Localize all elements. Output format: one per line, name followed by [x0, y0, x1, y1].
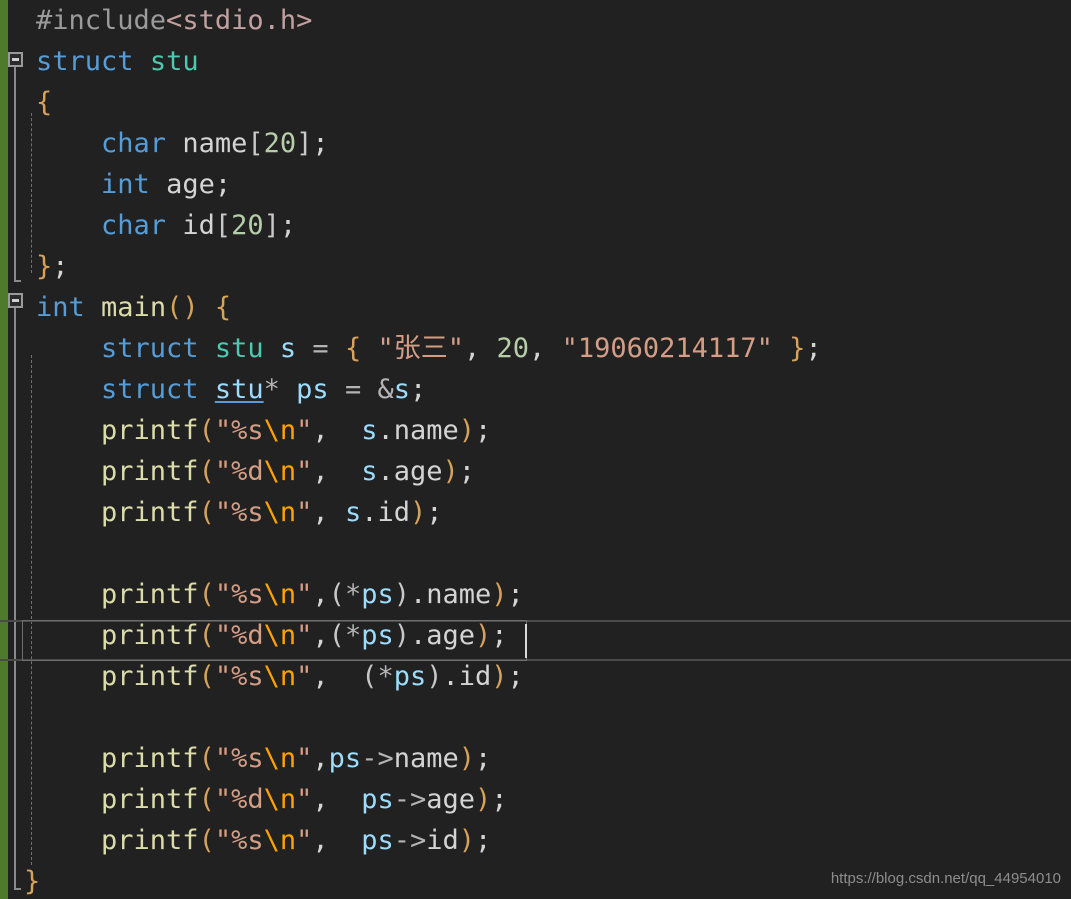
token-keyword-struct: struct	[101, 333, 199, 364]
token-init-brace-close: }	[789, 333, 806, 364]
token-number-20: 20	[263, 128, 297, 159]
token-semicolon: ;	[805, 333, 822, 364]
token-string-name: "张三"	[377, 333, 464, 364]
code-line-8[interactable]: int main() {	[0, 287, 1071, 328]
token-bracket-open: [	[247, 128, 264, 159]
token-angle-close: >	[296, 5, 313, 36]
token-function-printf: printf	[101, 825, 199, 856]
code-line-5[interactable]: int age;	[0, 164, 1071, 205]
token-header-name: stdio.h	[182, 5, 297, 36]
token-semicolon: ;	[214, 169, 232, 200]
code-line-15[interactable]: printf("%s\n",(*ps).name);	[0, 574, 1071, 615]
code-content[interactable]: #include<stdio.h> struct stu { char name…	[0, 0, 1071, 899]
code-line-3[interactable]: {	[0, 82, 1071, 123]
token-string-id: "19060214117"	[561, 333, 773, 364]
token-field-age: age	[166, 169, 215, 200]
code-line-1[interactable]: #include<stdio.h>	[0, 0, 1071, 41]
token-arrow-operator: ->	[361, 743, 394, 774]
token-bracket-close: ]	[296, 128, 313, 159]
token-function-main: main	[101, 292, 167, 323]
token-bracket-close: ]	[263, 210, 280, 241]
token-function-printf: printf	[101, 497, 199, 528]
token-type-stu: stu	[214, 333, 264, 364]
token-number-age: 20	[496, 333, 530, 364]
token-brace-close: }	[36, 251, 53, 282]
code-line-4[interactable]: char name[20];	[0, 123, 1071, 164]
token-keyword-struct: struct	[101, 374, 199, 405]
token-address-of: &	[377, 374, 394, 405]
code-line-18-blank[interactable]	[0, 697, 1071, 738]
token-function-printf: printf	[101, 415, 199, 446]
token-bracket-open: [	[214, 210, 232, 241]
code-line-11[interactable]: printf("%s\n", s.name);	[0, 410, 1071, 451]
code-line-6[interactable]: char id[20];	[0, 205, 1071, 246]
token-brace-open: {	[36, 87, 53, 118]
code-line-16[interactable]: printf("%d\n",(*ps).age);	[0, 615, 1071, 656]
token-arrow-operator: ->	[393, 825, 427, 856]
token-keyword-int: int	[36, 292, 85, 323]
code-line-2[interactable]: struct stu	[0, 41, 1071, 82]
token-type-stu-link[interactable]: stu	[215, 374, 264, 405]
code-line-14-blank[interactable]	[0, 533, 1071, 574]
code-line-13[interactable]: printf("%s\n", s.id);	[0, 492, 1071, 533]
token-angle-open: <	[166, 5, 183, 36]
token-keyword-int: int	[101, 169, 150, 200]
token-function-printf: printf	[101, 620, 199, 651]
token-function-printf: printf	[101, 784, 199, 815]
code-line-21[interactable]: printf("%s\n", ps->id);	[0, 820, 1071, 861]
token-parens: ()	[166, 292, 199, 323]
token-keyword-struct: struct	[36, 46, 134, 77]
code-line-10[interactable]: struct stu* ps = &s;	[0, 369, 1071, 410]
token-comma: ,	[464, 333, 481, 364]
token-type-stu: stu	[149, 46, 199, 77]
token-pointer-star: *	[263, 374, 280, 405]
code-editor-window: #include<stdio.h> struct stu { char name…	[0, 0, 1071, 899]
token-field-id: id	[182, 210, 215, 241]
token-keyword-char: char	[101, 128, 167, 159]
token-semicolon: ;	[52, 251, 69, 282]
token-var-s: s	[393, 374, 410, 405]
code-line-9[interactable]: struct stu s = { "张三", 20, "19060214117"…	[0, 328, 1071, 369]
token-semicolon: ;	[312, 128, 329, 159]
token-arrow-operator: ->	[393, 784, 427, 815]
token-semicolon: ;	[279, 210, 297, 241]
token-number-20: 20	[231, 210, 264, 241]
token-assign: =	[312, 333, 329, 364]
token-function-printf: printf	[101, 743, 199, 774]
token-var-ps: ps	[296, 374, 329, 405]
token-function-printf: printf	[101, 456, 199, 487]
token-field-name: name	[182, 128, 248, 159]
token-semicolon: ;	[410, 374, 427, 405]
watermark-url: https://blog.csdn.net/qq_44954010	[830, 870, 1061, 887]
code-line-20[interactable]: printf("%d\n", ps->age);	[0, 779, 1071, 820]
code-line-17[interactable]: printf("%s\n", (*ps).id);	[0, 656, 1071, 697]
token-function-printf: printf	[101, 661, 199, 692]
token-include-directive: #include	[36, 5, 167, 36]
token-function-printf: printf	[101, 579, 199, 610]
token-brace-open: {	[214, 292, 232, 323]
token-comma: ,	[529, 333, 546, 364]
code-line-12[interactable]: printf("%d\n", s.age);	[0, 451, 1071, 492]
code-line-19[interactable]: printf("%s\n",ps->name);	[0, 738, 1071, 779]
token-brace-close-main: }	[24, 866, 41, 897]
token-keyword-char: char	[101, 210, 167, 241]
code-line-7[interactable]: };	[0, 246, 1071, 287]
token-assign: =	[344, 374, 362, 405]
token-init-brace-open: {	[344, 333, 362, 364]
token-var-s: s	[279, 333, 297, 364]
